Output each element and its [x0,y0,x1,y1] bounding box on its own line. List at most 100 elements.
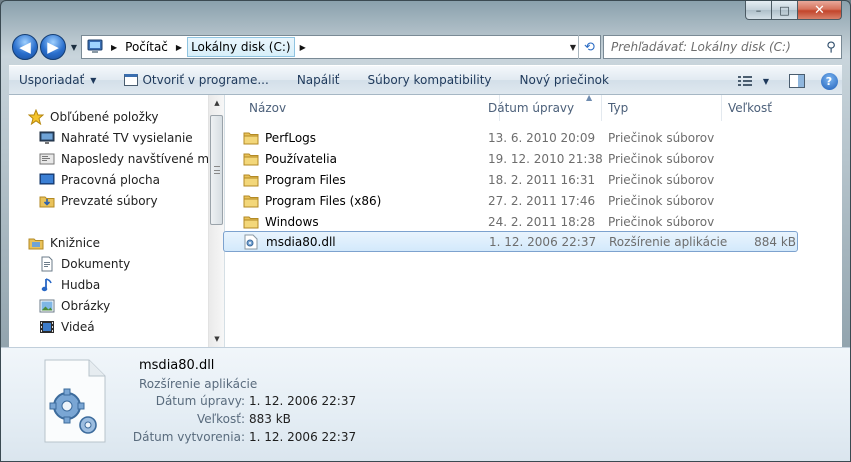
details-created-value: 1. 12. 2006 22:37 [249,430,357,444]
burn-button[interactable]: Napáliť [287,73,350,87]
new-folder-button[interactable]: Nový priečinok [510,73,619,87]
file-date-cell: 1. 12. 2006 22:37 [489,234,597,249]
details-file-name: msdia80.dll [139,358,215,373]
close-button[interactable]: ✕ [798,1,842,20]
breadcrumb-separator[interactable]: ▶ [106,43,122,52]
details-modified-value[interactable]: 1. 12. 2006 22:37 [249,394,356,408]
sidebar-item-libraries[interactable]: Knižnice [9,232,213,253]
view-options-dropdown[interactable]: ▼ [758,70,774,92]
star-icon [27,108,45,125]
caption-buttons: – □ ✕ [745,1,842,21]
open-with-button[interactable]: Otvoriť v programe... [114,73,278,87]
search-icon[interactable]: ⚲ [821,40,841,55]
file-name-cell[interactable]: Windows [243,215,498,229]
column-header-type[interactable]: Typ [602,95,722,121]
column-size-label: Veľkosť [728,101,772,115]
column-header-row: ▲ Názov Dátum úpravy Typ Veľkosť [225,93,842,121]
file-type-cell: Priečinok súborov [608,172,715,187]
breadcrumb-separator[interactable]: ▶ [171,43,187,52]
video-film-icon [38,319,56,335]
folder-icon [243,131,259,145]
minimize-button[interactable]: – [745,1,772,20]
file-name-cell[interactable]: Program Files (x86) [243,194,498,208]
breadcrumb-separator[interactable]: ▶ [295,43,311,52]
back-button[interactable]: ◀ [12,34,38,60]
sidebar-item-videos[interactable]: Videá [9,316,213,337]
toolbar-right: ▼ ? [732,66,842,96]
breadcrumb-computer[interactable]: Počítač [122,38,171,56]
forward-button[interactable]: ▶ [40,34,66,60]
file-name-cell[interactable]: msdia80.dll [244,234,499,249]
sidebar-item-label: Obrázky [61,298,111,313]
sidebar-item-desktop[interactable]: Pracovná plocha [9,169,213,190]
sidebar-item-label: Videá [61,319,95,334]
file-type-cell: Priečinok súborov [608,193,715,208]
recent-pages-dropdown[interactable]: ▼ [68,43,80,52]
music-note-icon [38,277,56,293]
change-view-button[interactable] [732,70,758,92]
file-name-cell[interactable]: Program Files [243,173,498,187]
sidebar-item-documents[interactable]: Dokumenty [9,253,213,274]
file-date-cell: 19. 12. 2010 21:38 [488,151,603,166]
file-date-cell: 24. 2. 2011 18:28 [488,214,596,229]
sidebar-item-downloads[interactable]: Prevzaté súbory [9,190,213,211]
column-header-date[interactable]: Dátum úpravy [482,95,602,121]
favorites-group: Obľúbené položky Nahraté TV vysielanie N… [9,106,213,211]
pictures-icon [38,298,56,314]
maximize-button[interactable]: □ [772,1,798,20]
address-bar[interactable]: ▶ Počítač ▶ Lokálny disk (C:) ▶ ▼ ⟲ [81,35,601,59]
compatibility-files-button[interactable]: Súbory kompatibility [358,73,502,87]
file-row[interactable]: msdia80.dll 1. 12. 2006 22:37 Rozšírenie a… [223,231,798,252]
dll-file-large-icon [41,358,109,446]
details-file-type: Rozšírenie aplikácie [139,377,258,391]
libraries-label: Knižnice [50,235,101,250]
file-date-cell: 27. 2. 2011 17:46 [488,193,596,208]
file-date-cell: 18. 2. 2011 16:31 [488,172,596,187]
file-row[interactable]: Program Files (x86) 27. 2. 2011 17:46 Prie… [225,190,800,211]
file-date-cell: 13. 6. 2010 20:09 [488,130,596,145]
sidebar-item-favorites[interactable]: Obľúbené položky [9,106,213,127]
details-size-value: 883 kB [249,412,291,426]
file-row[interactable]: Program Files 18. 2. 2011 16:31 Priečinok … [225,169,800,190]
folder-icon [243,152,259,166]
help-icon: ? [820,72,838,90]
help-button[interactable]: ? [816,70,842,92]
recent-places-icon [38,151,56,167]
documents-icon [38,256,56,272]
file-name-cell[interactable]: PerfLogs [243,131,498,145]
file-name-text: Používatelia [265,151,337,166]
details-created-label: Dátum vytvorenia: [132,430,245,444]
column-name-label: Názov [249,101,287,115]
organize-label: Usporiadať [19,73,85,87]
refresh-icon[interactable]: ⟲ [578,35,600,59]
search-input[interactable]: Prehľadávať: Lokálny disk (C:) [604,40,821,54]
preview-pane-icon [789,74,805,88]
burn-label: Napáliť [296,73,340,87]
navigation-pane-scrollbar[interactable]: ▲ ▼ [208,95,224,347]
breadcrumb-local-disk[interactable]: Lokálny disk (C:) [187,37,295,57]
organize-menu-button[interactable]: Usporiadať ▼ [9,73,106,87]
file-row[interactable]: PerfLogs 13. 6. 2010 20:09 Priečinok súbor… [225,127,800,148]
address-dropdown-arrow[interactable]: ▼ [570,43,576,52]
desktop-icon [38,172,56,188]
libraries-icon [27,235,45,251]
column-header-size[interactable]: Veľkosť [722,95,802,121]
file-name-cell[interactable]: Používatelia [243,152,498,166]
command-bar: Usporiadať ▼ Otvoriť v programe... Napál… [9,65,842,95]
file-name-text: Program Files [265,172,346,187]
search-box[interactable]: Prehľadávať: Lokálny disk (C:) ⚲ [603,35,842,59]
sidebar-item-music[interactable]: Hudba [9,274,213,295]
file-row[interactable]: Používatelia 19. 12. 2010 21:38 Priečinok … [225,148,800,169]
preview-pane-button[interactable] [784,70,810,92]
scroll-down-arrow[interactable]: ▼ [209,331,225,347]
sidebar-item-recent-places[interactable]: Naposledy navštívené miesta [9,148,213,169]
sidebar-item-pictures[interactable]: Obrázky [9,295,213,316]
file-row[interactable]: Windows 24. 2. 2011 18:28 Priečinok súboro… [225,211,800,232]
scroll-up-arrow[interactable]: ▲ [209,95,225,111]
downloads-folder-icon [38,193,56,209]
scrollbar-thumb[interactable] [210,115,223,225]
column-date-label: Dátum úpravy [488,101,575,115]
new-folder-label: Nový priečinok [519,73,609,87]
sidebar-item-recorded-tv[interactable]: Nahraté TV vysielanie [9,127,213,148]
column-header-name[interactable]: Názov [243,95,500,121]
